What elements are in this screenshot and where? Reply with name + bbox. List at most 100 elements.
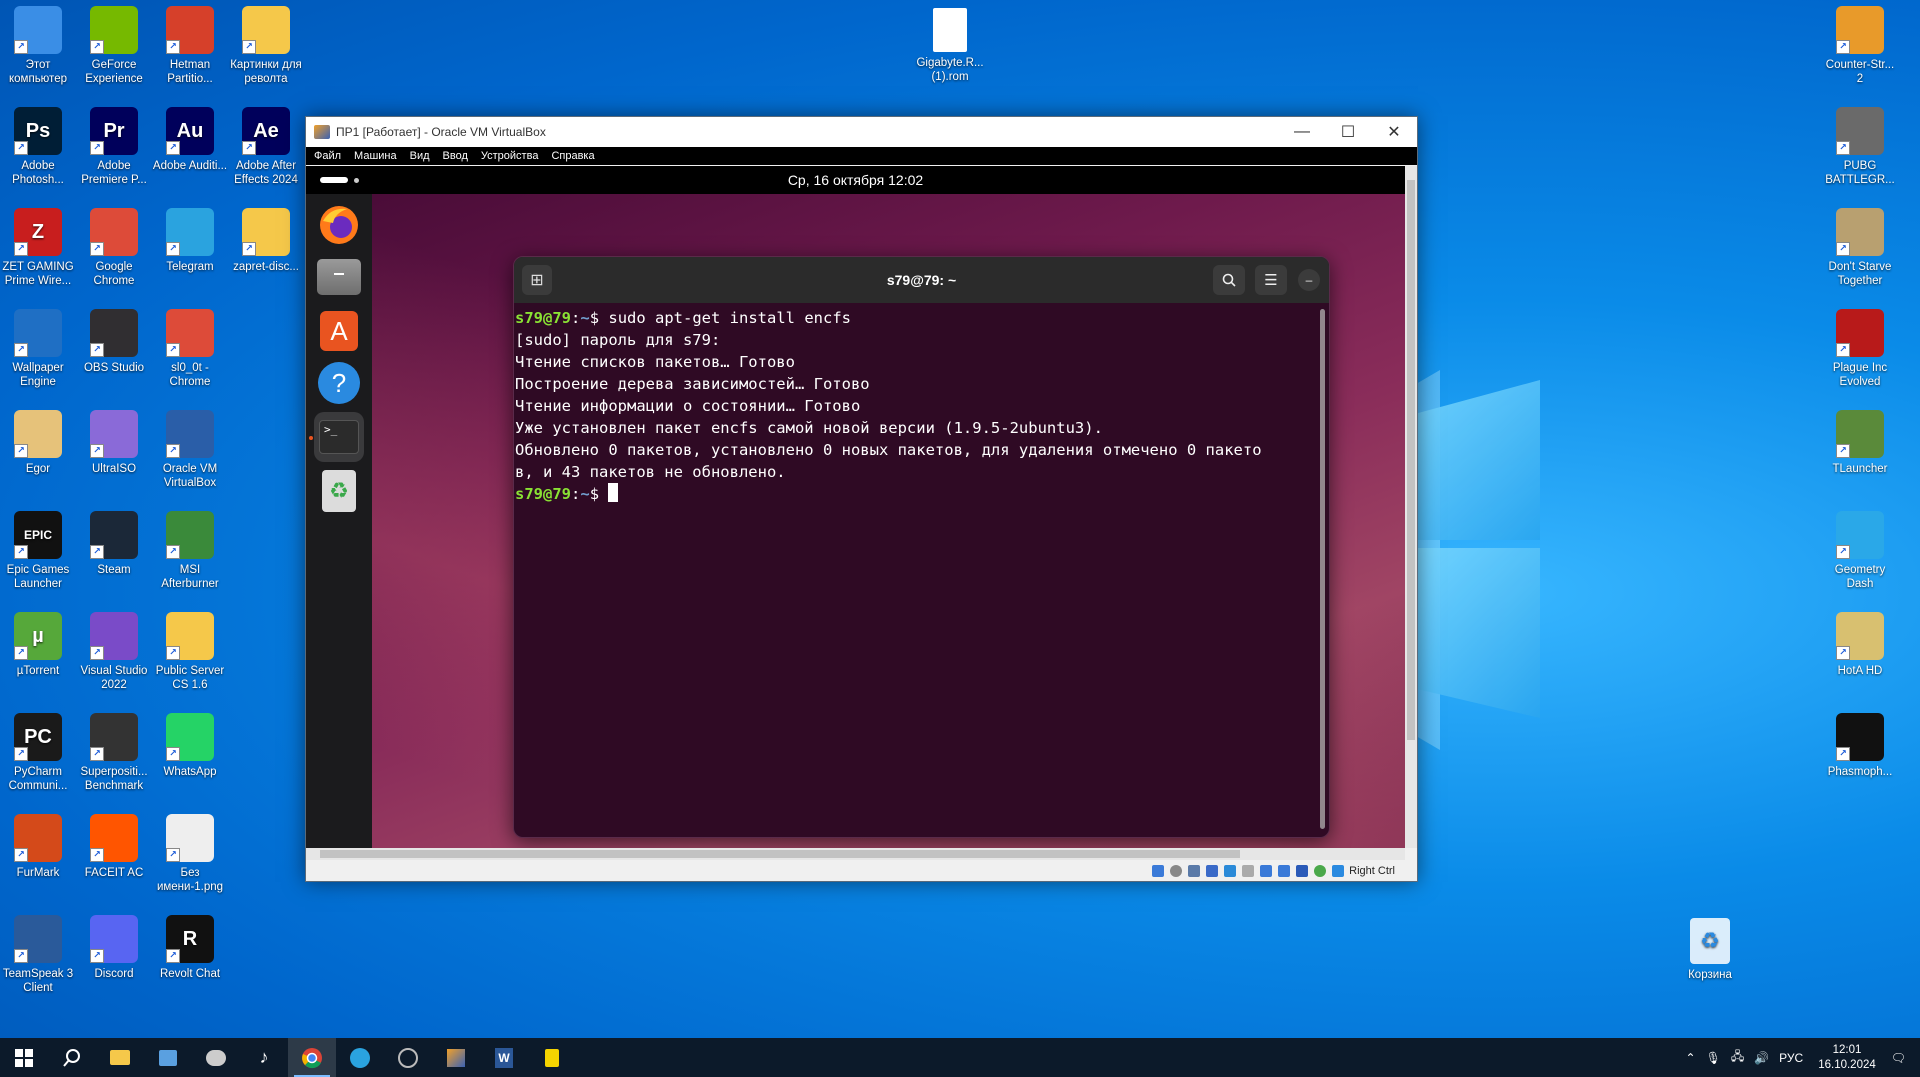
microphone-icon[interactable]: 🎙 — [1706, 1051, 1721, 1065]
menu-machine[interactable]: Машина — [354, 150, 397, 162]
desktop-icon[interactable]: ↗ FACEIT AC — [76, 814, 152, 880]
vm-display[interactable]: Ср, 16 октября 12:02 A ? >_ ♻ ⊞ s79@79: … — [306, 166, 1405, 848]
activities-indicator[interactable] — [320, 177, 348, 183]
taskbar-music[interactable]: ♪ — [240, 1038, 288, 1077]
chevron-up-icon[interactable]: ⌃ — [1686, 1051, 1696, 1065]
volume-icon[interactable]: 🔊 — [1754, 1051, 1769, 1065]
shared-folders-icon[interactable] — [1242, 864, 1255, 877]
desktop-icon[interactable]: Pr ↗ Adobe Premiere P... — [76, 107, 152, 187]
desktop-icon[interactable]: ↗ GeForce Experience — [76, 6, 152, 86]
desktop-icon-rom-file[interactable]: Gigabyte.R... (1).rom — [912, 8, 988, 84]
dock-trash[interactable]: ♻ — [314, 466, 364, 516]
desktop-icon[interactable]: ↗ sl0_0t - Chrome — [152, 309, 228, 389]
desktop-icon[interactable]: PC ↗ PyCharm Communi... — [0, 713, 76, 793]
close-button[interactable]: ✕ — [1371, 117, 1417, 147]
menu-help[interactable]: Справка — [551, 150, 594, 162]
gnome-clock[interactable]: Ср, 16 октября 12:02 — [788, 172, 923, 188]
hard-disk-icon[interactable] — [1152, 864, 1165, 877]
desktop-icon[interactable]: Ps ↗ Adobe Photosh... — [0, 107, 76, 187]
maximize-button[interactable]: ☐ — [1325, 117, 1371, 147]
desktop-icon[interactable]: R ↗ Revolt Chat — [152, 915, 228, 981]
virtualization-icon[interactable] — [1296, 864, 1309, 877]
desktop-icon[interactable]: ↗ Без имени-1.png — [152, 814, 228, 894]
terminal-scrollbar[interactable] — [1320, 309, 1325, 829]
desktop-icon[interactable]: ↗ Картинки для револта — [228, 6, 304, 86]
desktop-icon[interactable]: Ae ↗ Adobe After Effects 2024 — [228, 107, 304, 187]
usb-icon[interactable] — [1224, 864, 1237, 877]
desktop-icon[interactable]: ↗ Wallpaper Engine — [0, 309, 76, 389]
desktop-icon[interactable]: µ ↗ µTorrent — [0, 612, 76, 678]
notification-icon[interactable]: 🗨 — [1891, 1051, 1906, 1065]
desktop-icon[interactable]: ↗ Visual Studio 2022 — [76, 612, 152, 692]
search-button[interactable] — [48, 1038, 96, 1077]
virtualbox-titlebar[interactable]: ПР1 [Работает] - Oracle VM VirtualBox — … — [306, 117, 1417, 147]
dock-firefox[interactable] — [314, 200, 364, 250]
menu-view[interactable]: Вид — [410, 150, 430, 162]
language-indicator[interactable]: РУС — [1779, 1051, 1803, 1065]
taskbar-word[interactable]: W — [480, 1038, 528, 1077]
minimize-button[interactable]: — — [1279, 117, 1325, 147]
desktop-icon[interactable]: ↗ UltraISO — [76, 410, 152, 476]
terminal-window[interactable]: ⊞ s79@79: ~ ☰ – ▫ ✕ s79@79:~$ sudo apt-g… — [513, 256, 1330, 838]
desktop-icon[interactable]: ↗ Egor — [0, 410, 76, 476]
menu-devices[interactable]: Устройства — [481, 150, 539, 162]
desktop-icon[interactable]: Z ↗ ZET GAMING Prime Wire... — [0, 208, 76, 288]
desktop-icon[interactable]: ↗ Plague Inc Evolved — [1822, 309, 1898, 389]
desktop-icon[interactable]: ↗ PUBG BATTLEGR... — [1822, 107, 1898, 187]
desktop-icon[interactable]: ↗ Hetman Partitio... — [152, 6, 228, 86]
menu-file[interactable]: Файл — [314, 150, 341, 162]
recording-icon[interactable] — [1278, 864, 1291, 877]
desktop-icon[interactable]: ↗ OBS Studio — [76, 309, 152, 375]
taskbar-app-1[interactable] — [192, 1038, 240, 1077]
desktop-icon[interactable]: ↗ Oracle VM VirtualBox — [152, 410, 228, 490]
network-icon[interactable]: 🖧 — [1731, 1047, 1744, 1068]
optical-drive-icon[interactable] — [1170, 864, 1183, 877]
desktop-icon[interactable]: ↗ Steam — [76, 511, 152, 577]
desktop-icon[interactable]: ↗ FurMark — [0, 814, 76, 880]
taskbar-app-2[interactable] — [528, 1038, 576, 1077]
terminal-minimize-button[interactable]: – — [1298, 269, 1320, 291]
desktop-icon[interactable]: ↗ Discord — [76, 915, 152, 981]
taskbar-virtualbox[interactable] — [432, 1038, 480, 1077]
taskbar-steam[interactable] — [384, 1038, 432, 1077]
mouse-integration-icon[interactable] — [1314, 864, 1327, 877]
scrollbar-thumb[interactable] — [1407, 180, 1415, 740]
dock-help[interactable]: ? — [314, 358, 364, 408]
audio-icon[interactable] — [1188, 864, 1201, 877]
desktop-icon[interactable]: ↗ Geometry Dash — [1822, 511, 1898, 591]
vm-horizontal-scrollbar[interactable] — [306, 848, 1405, 860]
desktop-icon[interactable]: ↗ TLauncher — [1822, 410, 1898, 476]
dock-files[interactable] — [314, 252, 364, 302]
menu-input[interactable]: Ввод — [443, 150, 468, 162]
desktop-icon[interactable]: ↗ Public Server CS 1.6 — [152, 612, 228, 692]
desktop-icon[interactable]: Au ↗ Adobe Auditi... — [152, 107, 228, 173]
taskbar-explorer[interactable] — [96, 1038, 144, 1077]
terminal-header[interactable]: ⊞ s79@79: ~ ☰ – ▫ ✕ — [514, 257, 1329, 303]
dock-terminal[interactable]: >_ — [314, 412, 364, 462]
taskbar-telegram[interactable] — [336, 1038, 384, 1077]
desktop-icon[interactable]: ↗ Этот компьютер — [0, 6, 76, 86]
taskbar-clock[interactable]: 12:01 16.10.2024 — [1818, 1043, 1876, 1073]
desktop-icon[interactable]: ↗ Telegram — [152, 208, 228, 274]
desktop-icon[interactable]: ↗ MSI Afterburner — [152, 511, 228, 591]
desktop-icon[interactable]: ↗ WhatsApp — [152, 713, 228, 779]
search-button[interactable] — [1213, 265, 1245, 295]
virtualbox-window[interactable]: ПР1 [Работает] - Oracle VM VirtualBox — … — [305, 116, 1418, 882]
terminal-output[interactable]: s79@79:~$ sudo apt-get install encfs [sud… — [514, 303, 1329, 505]
desktop-icon[interactable]: ↗ Superpositi... Benchmark — [76, 713, 152, 793]
vm-vertical-scrollbar[interactable] — [1405, 166, 1417, 848]
start-button[interactable] — [0, 1038, 48, 1077]
keyboard-icon[interactable] — [1332, 864, 1345, 877]
desktop-icon[interactable]: ↗ HotA HD — [1822, 612, 1898, 678]
desktop-icon[interactable]: ↗ zapret-disc... — [228, 208, 304, 274]
desktop-icon[interactable]: EPIC ↗ Epic Games Launcher — [0, 511, 76, 591]
taskbar-app-store[interactable] — [144, 1038, 192, 1077]
desktop-icon[interactable]: ↗ TeamSpeak 3 Client — [0, 915, 76, 995]
desktop-icon[interactable]: ↗ Don't Starve Together — [1822, 208, 1898, 288]
desktop-icon-recycle-bin[interactable]: ♻ Корзина — [1672, 918, 1748, 982]
network-icon[interactable] — [1206, 864, 1219, 877]
desktop-icon[interactable]: ↗ Counter-Str... 2 — [1822, 6, 1898, 86]
desktop-icon[interactable]: ↗ Phasmoph... — [1822, 713, 1898, 779]
dock-app-center[interactable]: A — [314, 306, 364, 356]
menu-button[interactable]: ☰ — [1255, 265, 1287, 295]
